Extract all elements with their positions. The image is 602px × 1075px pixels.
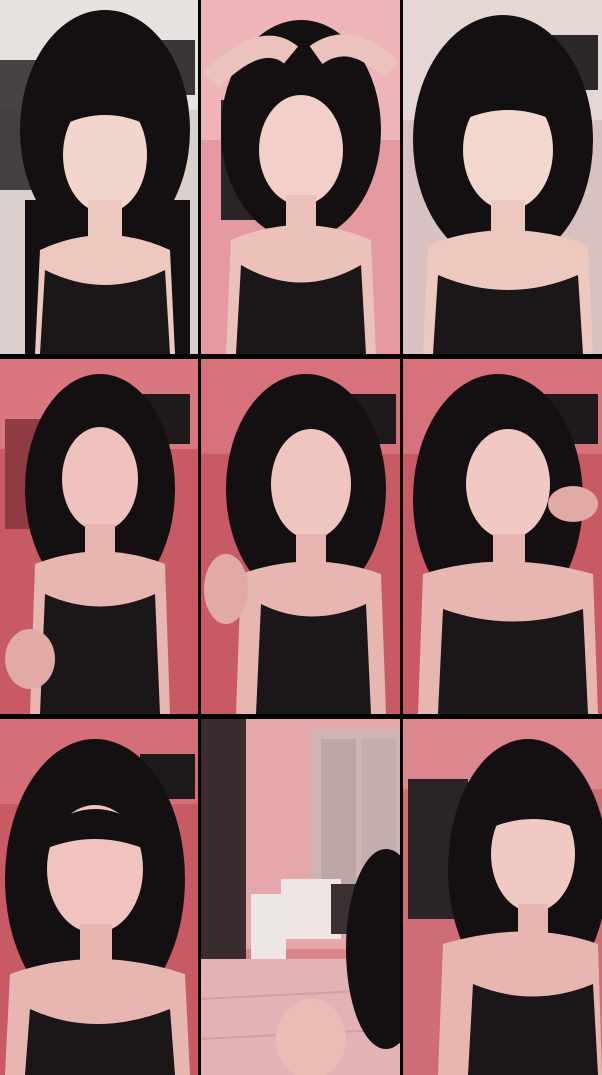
frame-1 (0, 0, 198, 354)
frame-9 (403, 719, 602, 1075)
frame-8-image (201, 719, 400, 1075)
frame-4 (0, 359, 198, 714)
frame-2 (201, 0, 400, 354)
frame-8 (201, 719, 400, 1075)
frame-5-image (201, 359, 400, 714)
video-frame-collage (0, 0, 602, 1075)
frame-1-image (0, 0, 198, 354)
frame-6-image (403, 359, 602, 714)
frame-3-image (403, 0, 602, 354)
frame-3 (403, 0, 602, 354)
frame-4-image (0, 359, 198, 714)
frame-5 (201, 359, 400, 714)
frame-9-image (403, 719, 602, 1075)
frame-2-image (201, 0, 400, 354)
frame-7-image (0, 719, 198, 1075)
frame-7 (0, 719, 198, 1075)
frame-6 (403, 359, 602, 714)
